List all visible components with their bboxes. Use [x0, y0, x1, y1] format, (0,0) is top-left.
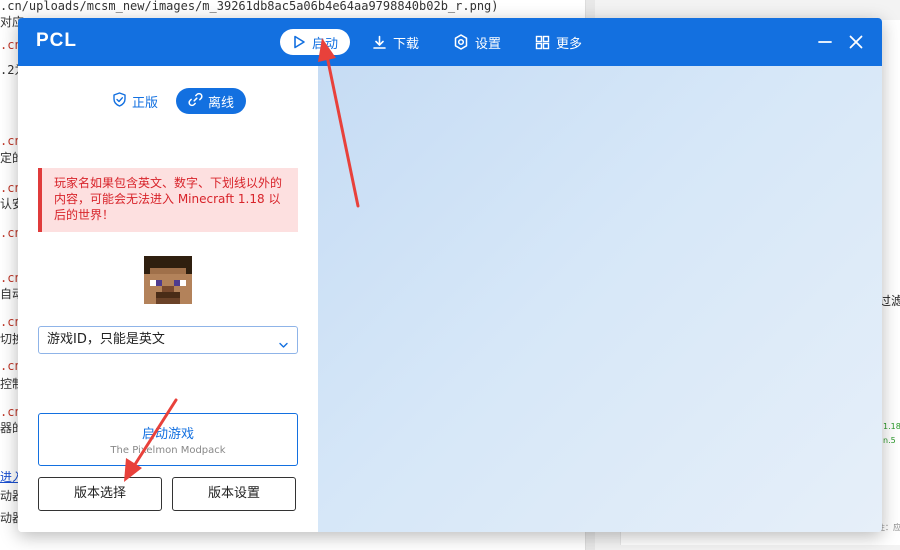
mode-official-label: 正版 — [132, 95, 159, 111]
title-bar[interactable]: PCL 启动 下载 设置 更多 — [18, 18, 882, 66]
version-settings-label: 版本设置 — [207, 486, 260, 501]
warning-text: 玩家名如果包含英文、数字、下划线以外的内容，可能会无法进入 Minecraft … — [54, 176, 283, 222]
gear-icon — [453, 34, 469, 50]
nav-launch-label: 启动 — [312, 36, 339, 52]
version-select-button[interactable]: 版本选择 — [38, 477, 162, 511]
nav-settings[interactable]: 设置 — [441, 29, 513, 55]
minimize-icon[interactable] — [815, 32, 835, 52]
version-select-label: 版本选择 — [73, 486, 126, 501]
app-title: PCL — [36, 30, 77, 51]
nav-launch[interactable]: 启动 — [280, 29, 351, 55]
game-id-select[interactable]: 游戏ID，只能是英文 — [38, 326, 298, 354]
launch-panel: 正版 离线 玩家名如果包含英文、数字、下划线以外的内容，可能会无法进入 Mine… — [18, 66, 318, 532]
nav-settings-label: 设置 — [475, 36, 502, 52]
background-tiny-text: n.5 — [883, 436, 896, 445]
nav-download[interactable]: 下载 — [360, 29, 431, 55]
nav-more-label: 更多 — [556, 36, 583, 52]
background-text-line: .cn/uploads/mcsm_new/images/m_39261db8ac… — [0, 0, 499, 13]
player-name-warning: 玩家名如果包含英文、数字、下划线以外的内容，可能会无法进入 Minecraft … — [38, 168, 298, 232]
background-right-text: 过滤 — [879, 294, 900, 308]
login-mode-toggle: 正版 离线 — [100, 88, 247, 114]
download-icon — [372, 35, 387, 50]
game-id-value: 游戏ID，只能是英文 — [47, 332, 165, 347]
background-tiny-text: 1.18 — [883, 422, 900, 431]
pcl-launcher-window: PCL 启动 下载 设置 更多 正版 离线 玩家名如果包含英文、数字、下划线以外… — [18, 18, 882, 532]
launch-game-label: 启动游戏 — [141, 427, 194, 442]
link-icon — [188, 92, 203, 111]
content-area — [318, 66, 882, 532]
close-icon[interactable] — [846, 32, 866, 52]
shield-check-icon — [112, 91, 127, 111]
launch-game-button[interactable]: 启动游戏 The Pixelmon Modpack — [38, 413, 298, 466]
top-navigation: 启动 下载 设置 更多 — [280, 29, 604, 55]
nav-download-label: 下载 — [393, 36, 420, 52]
player-skin-avatar[interactable] — [144, 256, 192, 304]
modpack-name: The Pixelmon Modpack — [110, 445, 226, 456]
mode-offline-label: 离线 — [208, 95, 235, 111]
version-settings-button[interactable]: 版本设置 — [172, 477, 296, 511]
nav-more[interactable]: 更多 — [523, 29, 594, 55]
mode-official-button[interactable]: 正版 — [100, 88, 170, 114]
chevron-down-icon — [278, 335, 289, 361]
mode-offline-button[interactable]: 离线 — [176, 88, 247, 114]
play-icon — [292, 35, 306, 49]
grid-icon — [535, 35, 550, 50]
